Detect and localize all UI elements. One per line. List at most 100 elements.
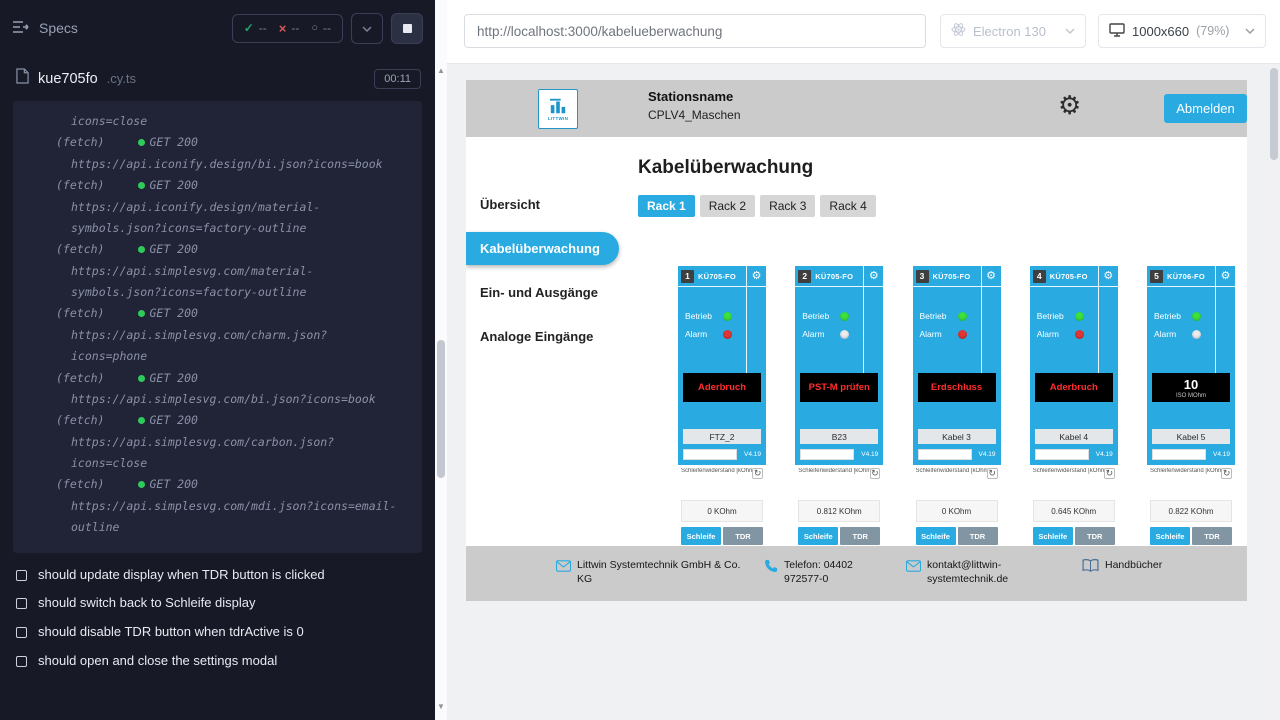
x-icon: × xyxy=(279,21,287,36)
fetch-label: (fetch) xyxy=(56,135,104,149)
url-input[interactable] xyxy=(464,14,926,48)
device-settings-button[interactable]: ⚙ xyxy=(981,266,1001,286)
refresh-icon[interactable]: ↻ xyxy=(1221,468,1232,479)
email-icon xyxy=(906,559,921,577)
tab-rack-4[interactable]: Rack 4 xyxy=(820,195,875,217)
log-url-line: https://api.simplesvg.com/mdi.json?icons… xyxy=(25,496,414,517)
alarm-label: Alarm xyxy=(920,329,950,339)
runner-scrollbar[interactable]: ▲ ▼ xyxy=(435,0,447,720)
scrollbar-thumb[interactable] xyxy=(1270,68,1278,160)
value-box xyxy=(683,449,737,460)
test-stats: ✓-- ×-- ○-- xyxy=(232,14,343,43)
device-card: 4 KÜ705-FO ⚙ Betrieb Alarm Aderbruch Kab… xyxy=(1030,266,1118,586)
footer-contact-item[interactable]: Telefon: 04402 972577-0 xyxy=(764,558,894,586)
command-log: icons=close (fetch)GET 200 https://api.i… xyxy=(13,101,422,553)
alarm-led xyxy=(840,330,849,339)
nav-item-label: Übersicht xyxy=(480,197,540,212)
device-settings-button[interactable]: ⚙ xyxy=(1215,266,1235,286)
browser-select[interactable]: Electron 130 xyxy=(940,14,1086,48)
phone-icon xyxy=(764,559,778,578)
nav-item-analoge-eingange[interactable]: Analoge Eingänge xyxy=(466,314,622,358)
spec-timer: 00:11 xyxy=(374,69,421,89)
refresh-icon[interactable]: ↻ xyxy=(987,468,998,479)
nav-item-ubersicht[interactable]: Übersicht xyxy=(466,182,622,226)
log-entry[interactable]: (fetch)GET 200 https://api.simplesvg.com… xyxy=(25,239,414,303)
station-label: Stationsname xyxy=(648,89,741,104)
collapse-button[interactable] xyxy=(351,13,383,44)
logout-button[interactable]: Abmelden xyxy=(1164,94,1247,123)
log-url-line: https://api.simplesvg.com/material- xyxy=(25,261,414,282)
device-settings-button[interactable]: ⚙ xyxy=(746,266,766,286)
firmware-version: V4.19 xyxy=(979,451,996,458)
tdr-button[interactable]: TDR xyxy=(958,527,998,545)
stop-button[interactable] xyxy=(391,13,423,44)
status-text: 10 xyxy=(1184,377,1198,392)
value-box xyxy=(918,449,972,460)
scroll-down-arrow-icon[interactable]: ▼ xyxy=(435,702,447,711)
device-number: 3 xyxy=(916,270,929,283)
schleife-button[interactable]: Schleife xyxy=(798,527,838,545)
log-url-line: symbols.json?icons=factory-outline xyxy=(25,218,414,239)
log-entry[interactable]: (fetch)GET 200 https://api.simplesvg.com… xyxy=(25,368,414,411)
status-display: Aderbruch xyxy=(1035,373,1113,402)
spec-file-row[interactable]: kue705fo .cy.ts 00:11 xyxy=(0,56,435,99)
page-scrollbar[interactable] xyxy=(1268,64,1280,720)
tab-rack-1[interactable]: Rack 1 xyxy=(638,195,695,217)
refresh-icon[interactable]: ↻ xyxy=(870,468,881,479)
footer-contact-item[interactable]: Littwin Systemtechnik GmbH & Co. KG xyxy=(556,558,756,586)
tdr-button[interactable]: TDR xyxy=(723,527,763,545)
scroll-up-arrow-icon[interactable]: ▲ xyxy=(435,66,447,75)
test-bullet-icon xyxy=(16,656,27,667)
tdr-button[interactable]: TDR xyxy=(1075,527,1115,545)
tab-rack-3[interactable]: Rack 3 xyxy=(760,195,815,217)
log-url-line: icons=close xyxy=(25,453,414,474)
cable-name: Kabel 4 xyxy=(1035,429,1113,444)
footer-contact-text: kontakt@littwin-systemtechnik.de xyxy=(927,558,1026,586)
log-entry[interactable]: (fetch)GET 200 https://api.simplesvg.com… xyxy=(25,410,414,474)
footer-contact-item[interactable]: kontakt@littwin-systemtechnik.de xyxy=(906,558,1026,586)
device-settings-button[interactable]: ⚙ xyxy=(863,266,883,286)
card-divider-column xyxy=(1215,287,1235,373)
test-item[interactable]: should update display when TDR button is… xyxy=(0,561,435,590)
log-entry[interactable]: (fetch)GET 200 https://api.simplesvg.com… xyxy=(25,303,414,367)
resistance-value: 0 KOhm xyxy=(681,500,763,522)
log-entry[interactable]: (fetch)GET 200 https://api.iconify.desig… xyxy=(25,132,414,175)
refresh-icon[interactable]: ↻ xyxy=(1104,468,1115,479)
schleife-button[interactable]: Schleife xyxy=(1033,527,1073,545)
gear-icon: ⚙ xyxy=(986,271,996,282)
fetch-label: (fetch) xyxy=(56,242,104,256)
file-icon xyxy=(16,68,29,89)
viewport-size: 1000x660 xyxy=(1132,24,1189,39)
tdr-button[interactable]: TDR xyxy=(1192,527,1232,545)
chevron-down-icon xyxy=(362,19,372,37)
test-item[interactable]: should switch back to Schleife display xyxy=(0,589,435,618)
test-item[interactable]: should open and close the settings modal xyxy=(0,647,435,676)
cypress-runner-panel: Specs ✓-- ×-- ○-- kue705fo .cy.ts 00:11 xyxy=(0,0,435,720)
log-entry[interactable]: (fetch)GET 200 https://api.iconify.desig… xyxy=(25,175,414,239)
tdr-button[interactable]: TDR xyxy=(840,527,880,545)
test-item[interactable]: should disable TDR button when tdrActive… xyxy=(0,618,435,647)
test-bullet-icon xyxy=(16,570,27,581)
chevron-down-icon xyxy=(1065,28,1075,34)
fetch-label: (fetch) xyxy=(56,477,104,491)
status-text: PST-M prüfen xyxy=(809,382,870,393)
schleife-button[interactable]: Schleife xyxy=(916,527,956,545)
log-entry[interactable]: icons=close xyxy=(25,111,414,132)
viewport-select[interactable]: 1000x660 (79%) xyxy=(1098,14,1266,48)
device-card: 3 KÜ705-FO ⚙ Betrieb Alarm Erdschluss Ka… xyxy=(913,266,1001,586)
nav-item-kabeluberwachung[interactable]: Kabelüberwachung xyxy=(466,232,619,265)
footer-contact-item[interactable]: Handbücher xyxy=(1082,558,1212,577)
schleife-button[interactable]: Schleife xyxy=(1150,527,1190,545)
green-dot-icon xyxy=(138,310,145,317)
scrollbar-thumb[interactable] xyxy=(437,340,445,478)
nav-item-ein-und-ausgange[interactable]: Ein- und Ausgänge xyxy=(466,270,622,314)
device-settings-button[interactable]: ⚙ xyxy=(1098,266,1118,286)
test-bullet-icon xyxy=(16,598,27,609)
settings-gear-icon[interactable]: ⚙ xyxy=(1058,92,1081,118)
gear-icon: ⚙ xyxy=(869,271,879,282)
tab-rack-2[interactable]: Rack 2 xyxy=(700,195,755,217)
specs-menu-button[interactable]: Specs xyxy=(12,20,78,37)
log-entry[interactable]: (fetch)GET 200 https://api.simplesvg.com… xyxy=(25,474,414,538)
refresh-icon[interactable]: ↻ xyxy=(752,468,763,479)
schleife-button[interactable]: Schleife xyxy=(681,527,721,545)
